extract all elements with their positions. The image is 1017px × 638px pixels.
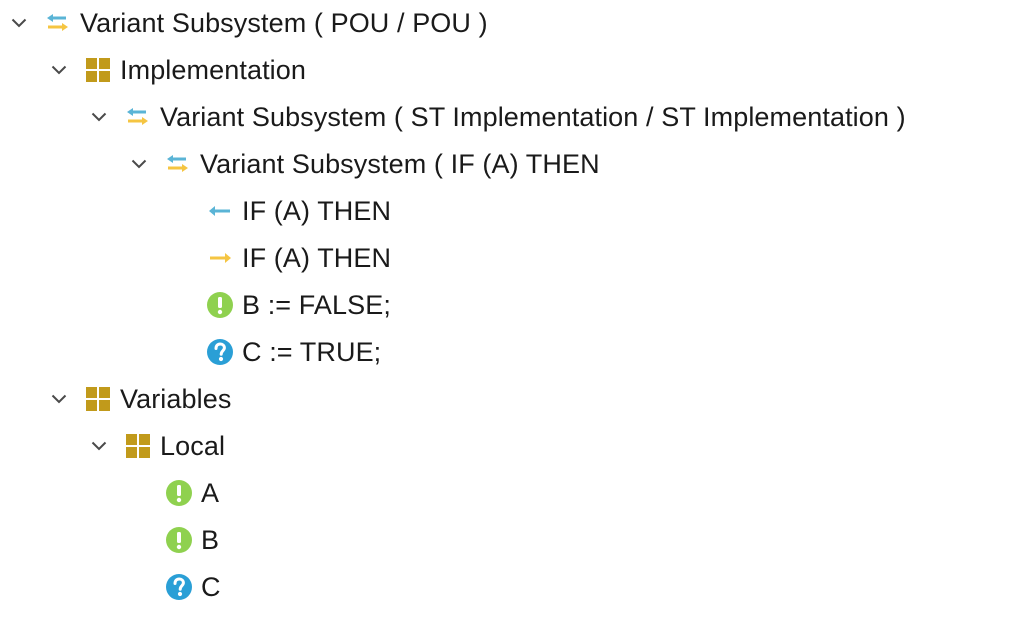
tree-node-implementation[interactable]: Implementation [48, 47, 306, 93]
tree-node-if-output[interactable]: IF (A) THEN [206, 235, 391, 281]
tree-node-label: IF (A) THEN [242, 196, 392, 226]
tree-node-stmt-c[interactable]: C := TRUE; [206, 329, 381, 375]
question-icon [206, 338, 234, 366]
folder-grid-icon [84, 56, 112, 84]
tree-node-label: C := TRUE; [242, 337, 382, 367]
output-arrow-icon [206, 244, 234, 272]
chevron-down-icon[interactable] [88, 106, 110, 128]
tree-node-var-b[interactable]: B [165, 517, 219, 563]
tree-node-label: Variables [120, 384, 232, 414]
chevron-down-icon[interactable] [88, 435, 110, 457]
folder-grid-icon [84, 385, 112, 413]
tree-node-st-variant[interactable]: Variant Subsystem ( ST Implementation / … [88, 94, 906, 140]
tree-node-label: B [201, 525, 220, 555]
input-arrow-icon [206, 197, 234, 225]
variant-subsystem-icon [44, 9, 72, 37]
exclamation-icon [206, 291, 234, 319]
folder-grid-icon [124, 432, 152, 460]
tree-node-label: A [201, 478, 220, 508]
chevron-down-icon[interactable] [48, 59, 70, 81]
tree-node-label: IF (A) THEN [242, 243, 392, 273]
chevron-down-icon[interactable] [128, 153, 150, 175]
tree-node-label: Implementation [120, 55, 306, 85]
tree-node-stmt-b[interactable]: B := FALSE; [206, 282, 391, 328]
chevron-down-icon[interactable] [48, 388, 70, 410]
tree-node-local[interactable]: Local [88, 423, 225, 469]
tree-node-label: Variant Subsystem ( IF (A) THEN [200, 149, 600, 179]
tree-node-root[interactable]: Variant Subsystem ( POU / POU ) [8, 0, 488, 46]
variant-subsystem-icon [124, 103, 152, 131]
tree-node-label: Local [160, 431, 226, 461]
tree-node-label: Variant Subsystem ( ST Implementation / … [160, 102, 906, 132]
tree-node-var-a[interactable]: A [165, 470, 219, 516]
tree-node-if-input[interactable]: IF (A) THEN [206, 188, 391, 234]
tree-node-label: C [201, 572, 221, 602]
tree-node-variables[interactable]: Variables [48, 376, 231, 422]
question-icon [165, 573, 193, 601]
tree-node-if-variant[interactable]: Variant Subsystem ( IF (A) THEN [128, 141, 600, 187]
exclamation-icon [165, 526, 193, 554]
chevron-down-icon[interactable] [8, 12, 30, 34]
tree-node-var-c[interactable]: C [165, 564, 221, 610]
tree-view: Variant Subsystem ( POU / POU ) Implemen… [0, 0, 1017, 638]
tree-node-label: B := FALSE; [242, 290, 391, 320]
exclamation-icon [165, 479, 193, 507]
tree-node-label: Variant Subsystem ( POU / POU ) [80, 8, 488, 38]
variant-subsystem-icon [164, 150, 192, 178]
